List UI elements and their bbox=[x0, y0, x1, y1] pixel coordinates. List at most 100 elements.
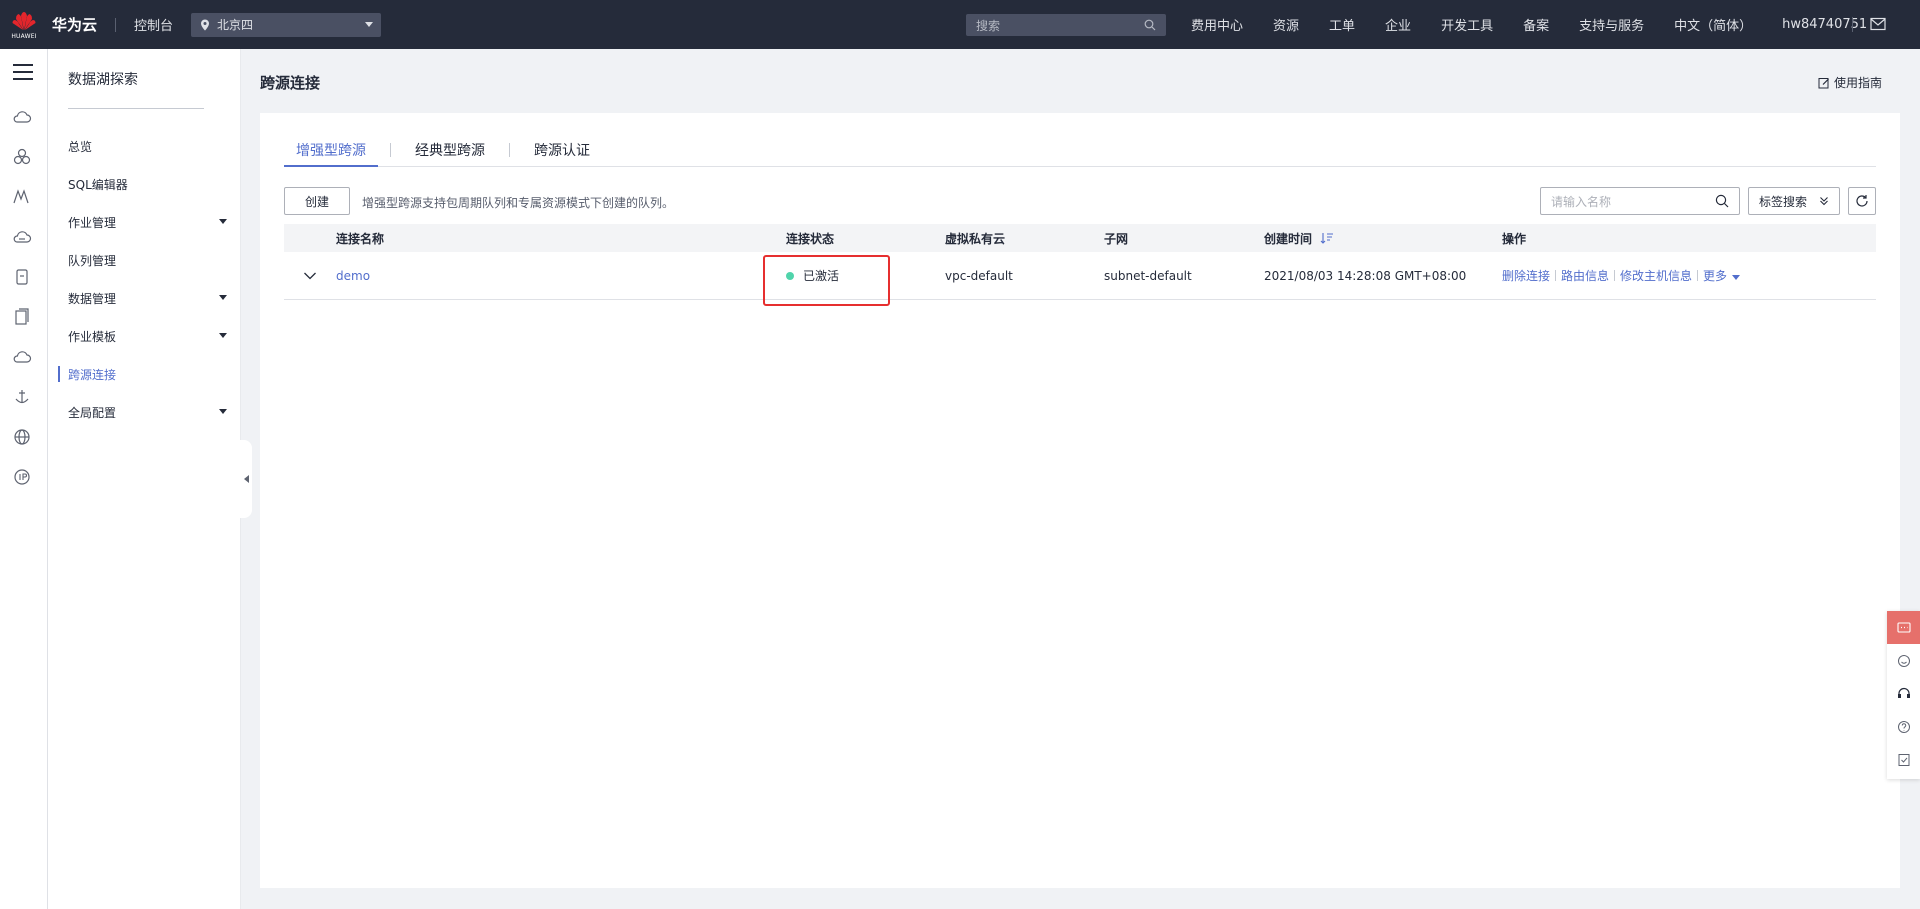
sidebar-item-sql-editor[interactable]: SQL编辑器 bbox=[48, 165, 241, 203]
menu-icon[interactable] bbox=[13, 64, 33, 80]
sidebar-item-job-templates[interactable]: 作业模板 bbox=[48, 317, 241, 355]
table-header: 连接名称 连接状态 虚拟私有云 子网 创建时间 操作 bbox=[284, 224, 1876, 252]
nav-icp[interactable]: 备案 bbox=[1523, 15, 1549, 34]
collapse-arrow-icon bbox=[243, 475, 249, 483]
table-toolbar: 创建 增强型跨源支持包周期队列和专属资源模式下创建的队列。 请输入名称 标签搜索 bbox=[284, 187, 1876, 215]
row-expand-toggle[interactable] bbox=[284, 271, 336, 281]
chat-icon bbox=[1896, 621, 1911, 633]
tab-classic-datasource[interactable]: 经典型跨源 bbox=[403, 134, 497, 166]
column-header-vpc: 虚拟私有云 bbox=[945, 231, 1006, 246]
divider bbox=[390, 143, 391, 157]
sort-icon[interactable] bbox=[1320, 232, 1334, 244]
divider bbox=[68, 108, 204, 109]
create-hint-text: 增强型跨源支持包周期队列和专属资源模式下创建的队列。 bbox=[362, 196, 675, 210]
search-icon[interactable] bbox=[1715, 194, 1729, 208]
double-chevron-down-icon bbox=[1820, 197, 1828, 206]
location-pin-icon bbox=[201, 19, 210, 30]
help-button[interactable] bbox=[1887, 710, 1920, 743]
survey-button[interactable] bbox=[1887, 743, 1920, 776]
column-header-created: 创建时间 bbox=[1264, 230, 1502, 247]
region-selector[interactable]: 北京四 bbox=[191, 12, 382, 37]
nav-username[interactable]: hw84740751 bbox=[1782, 17, 1867, 32]
service-icon-rail bbox=[0, 49, 48, 909]
cluster-icon[interactable] bbox=[12, 147, 32, 167]
status-text: 已激活 bbox=[803, 269, 840, 283]
document-icon[interactable] bbox=[12, 307, 32, 327]
edit-doc-icon bbox=[1818, 77, 1829, 88]
top-nav-links: 费用中心 资源 工单 企业 开发工具 备案 支持与服务 中文（简体） hw847… bbox=[1191, 0, 1897, 49]
divider bbox=[115, 17, 117, 32]
caret-down-icon bbox=[219, 295, 227, 300]
divider bbox=[1555, 270, 1557, 281]
column-header-subnet: 子网 bbox=[1104, 231, 1129, 246]
name-search-input[interactable]: 请输入名称 bbox=[1540, 187, 1740, 215]
tab-bar: 增强型跨源 经典型跨源 跨源认证 bbox=[284, 135, 1876, 167]
sidebar-item-job-management[interactable]: 作业管理 bbox=[48, 203, 241, 241]
column-header-created-label: 创建时间 bbox=[1264, 231, 1313, 246]
create-button[interactable]: 创建 bbox=[284, 187, 350, 215]
column-header-name: 连接名称 bbox=[336, 231, 385, 246]
sidebar-collapse-toggle[interactable] bbox=[240, 440, 252, 518]
chevron-down-icon bbox=[304, 272, 316, 279]
nav-support[interactable]: 支持与服务 bbox=[1579, 15, 1644, 34]
ops-cell: 删除连接 路由信息 修改主机信息 更多 bbox=[1502, 267, 1876, 284]
tag-search-button[interactable]: 标签搜索 bbox=[1748, 187, 1840, 215]
floating-toolbar bbox=[1887, 611, 1920, 779]
region-label: 北京四 bbox=[217, 18, 254, 32]
customer-service-button[interactable] bbox=[1887, 677, 1920, 710]
brand-name[interactable]: 华为云 bbox=[52, 14, 97, 35]
tab-datasource-auth[interactable]: 跨源认证 bbox=[522, 134, 602, 166]
cloud-service-icon[interactable] bbox=[12, 107, 32, 127]
tab-enhanced-datasource[interactable]: 增强型跨源 bbox=[284, 134, 378, 167]
status-cell: 已激活 bbox=[786, 267, 945, 284]
global-search-input[interactable]: 搜索 bbox=[966, 14, 1166, 36]
console-link[interactable]: 控制台 bbox=[134, 15, 173, 34]
sidebar-menu: 总览 SQL编辑器 作业管理 队列管理 数据管理 作业模板 跨源连接 全局配置 bbox=[48, 127, 241, 431]
nav-language[interactable]: 中文（简体） bbox=[1674, 15, 1752, 34]
smiley-button[interactable] bbox=[1887, 644, 1920, 677]
nav-tickets[interactable]: 工单 bbox=[1329, 15, 1355, 34]
more-actions-dropdown[interactable]: 更多 bbox=[1703, 267, 1741, 284]
cloud-icon[interactable] bbox=[12, 347, 32, 367]
sidebar-item-datasource-connections[interactable]: 跨源连接 bbox=[48, 355, 241, 393]
headset-icon bbox=[1897, 687, 1910, 698]
top-navbar: HUAWEI 华为云 控制台 北京四 搜索 费用中心 资源 工单 企业 开发工具… bbox=[0, 0, 1920, 49]
delete-connection-link[interactable]: 删除连接 bbox=[1502, 267, 1550, 284]
route-info-link[interactable]: 路由信息 bbox=[1561, 267, 1609, 284]
cloud-disk-icon[interactable] bbox=[12, 227, 32, 247]
nav-enterprise[interactable]: 企业 bbox=[1385, 15, 1411, 34]
more-label: 更多 bbox=[1703, 269, 1728, 283]
sidebar-item-global-config[interactable]: 全局配置 bbox=[48, 393, 241, 431]
anchor-icon[interactable] bbox=[12, 387, 32, 407]
sidebar-item-label: 队列管理 bbox=[68, 253, 117, 268]
ip-icon[interactable] bbox=[12, 467, 32, 487]
edit-host-info-link[interactable]: 修改主机信息 bbox=[1620, 267, 1692, 284]
refresh-button[interactable] bbox=[1848, 187, 1876, 215]
table-row: demo 已激活 vpc-default subnet-default 2021… bbox=[284, 252, 1876, 306]
sidebar-item-overview[interactable]: 总览 bbox=[48, 127, 241, 165]
user-guide-link[interactable]: 使用指南 bbox=[1818, 74, 1882, 91]
column-header-status: 连接状态 bbox=[786, 231, 835, 246]
huawei-logo[interactable]: HUAWEI bbox=[0, 0, 48, 49]
device-icon[interactable] bbox=[12, 267, 32, 287]
nav-billing[interactable]: 费用中心 bbox=[1191, 15, 1243, 34]
column-header-ops: 操作 bbox=[1502, 231, 1527, 246]
nav-dev-tools[interactable]: 开发工具 bbox=[1441, 15, 1493, 34]
sidebar-item-queue-management[interactable]: 队列管理 bbox=[48, 241, 241, 279]
refresh-icon bbox=[1856, 195, 1868, 207]
mail-icon[interactable] bbox=[1870, 17, 1886, 31]
divider bbox=[1852, 17, 1853, 32]
caret-down-icon bbox=[219, 333, 227, 338]
question-icon bbox=[1897, 720, 1910, 733]
sidebar-item-data-management[interactable]: 数据管理 bbox=[48, 279, 241, 317]
globe-icon[interactable] bbox=[12, 427, 32, 447]
feedback-button[interactable] bbox=[1887, 611, 1920, 644]
vpc-cell: vpc-default bbox=[945, 268, 1013, 283]
mountain-icon[interactable] bbox=[12, 187, 32, 207]
connection-name-link[interactable]: demo bbox=[336, 269, 370, 283]
search-icon[interactable] bbox=[1144, 19, 1156, 31]
divider bbox=[509, 143, 510, 157]
nav-resources[interactable]: 资源 bbox=[1273, 15, 1299, 34]
sidebar-item-label: 全局配置 bbox=[68, 405, 117, 420]
created-time-cell: 2021/08/03 14:28:08 GMT+08:00 bbox=[1264, 268, 1467, 283]
